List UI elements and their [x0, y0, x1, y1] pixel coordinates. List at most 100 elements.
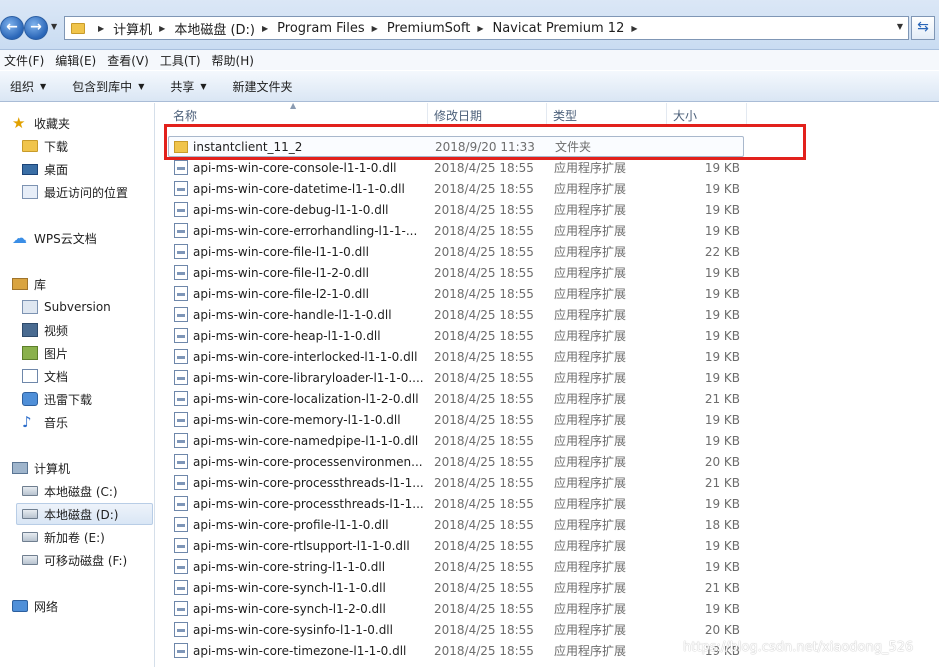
nav-documents[interactable]: 文档: [22, 365, 68, 387]
file-row[interactable]: api-ms-win-core-file-l2-1-0.dll 2018/4/25…: [156, 283, 939, 304]
file-size: 19 KB: [704, 349, 740, 364]
file-row[interactable]: api-ms-win-core-synch-l1-1-0.dll 2018/4/2…: [156, 577, 939, 598]
folder-icon: [22, 140, 38, 152]
nav-music[interactable]: ♪ 音乐: [22, 411, 68, 433]
file-row[interactable]: api-ms-win-core-synch-l1-2-0.dll 2018/4/2…: [156, 598, 939, 619]
file-date: 2018/4/25 18:55: [434, 202, 534, 217]
file-type: 应用程序扩展: [554, 413, 627, 427]
dll-file-icon: [174, 475, 188, 490]
file-date: 2018/4/25 18:55: [434, 391, 534, 406]
file-name: api-ms-win-core-console-l1-1-0.dll: [174, 160, 424, 175]
file-date: 2018/4/25 18:55: [434, 517, 534, 532]
file-row[interactable]: api-ms-win-core-string-l1-1-0.dll 2018/4/…: [156, 556, 939, 577]
file-name-text: api-ms-win-core-rtlsupport-l1-1-0.dll: [193, 538, 410, 553]
refresh-button[interactable]: ⇆: [911, 16, 935, 40]
nav-recent[interactable]: 最近访问的位置: [22, 181, 128, 203]
file-type: 应用程序扩展: [554, 182, 627, 196]
menu-view[interactable]: 查看(V): [103, 52, 156, 69]
file-name: api-ms-win-core-file-l1-1-0.dll: [174, 244, 424, 259]
file-name: api-ms-win-core-processenvironmen...: [174, 454, 424, 469]
file-row[interactable]: api-ms-win-core-debug-l1-1-0.dll 2018/4/2…: [156, 199, 939, 220]
nav-wps-cloud[interactable]: ☁ WPS云文档: [12, 227, 97, 249]
file-date: 2018/4/25 18:55: [434, 307, 534, 322]
menu-file[interactable]: 文件(F): [0, 52, 51, 69]
drive-icon: [22, 532, 38, 542]
address-input[interactable]: ▶ 计算机 ▶ 本地磁盘 (D:) ▶ Program Files ▶ Premium…: [64, 16, 909, 40]
nav-drive-f[interactable]: 可移动磁盘 (F:): [22, 549, 127, 571]
breadcrumb-navicat[interactable]: Navicat Premium 12 ▶: [492, 21, 646, 36]
nav-libraries[interactable]: 库: [12, 273, 46, 295]
file-row[interactable]: api-ms-win-core-heap-l1-1-0.dll 2018/4/25…: [156, 325, 939, 346]
file-row[interactable]: api-ms-win-core-libraryloader-l1-1-0....…: [156, 367, 939, 388]
file-name-text: api-ms-win-core-sysinfo-l1-1-0.dll: [193, 622, 393, 637]
file-row[interactable]: api-ms-win-core-memory-l1-1-0.dll 2018/4/…: [156, 409, 939, 430]
nav-computer[interactable]: 计算机: [12, 457, 70, 479]
file-row[interactable]: api-ms-win-core-rtlsupport-l1-1-0.dll 201…: [156, 535, 939, 556]
nav-drive-d[interactable]: 本地磁盘 (D:): [16, 503, 153, 525]
file-list-pane: ▲ 名称 修改日期 类型 大小 instantclient_11_2 2018/9/…: [156, 101, 939, 667]
nav-pictures[interactable]: 图片: [22, 342, 68, 364]
file-type: 应用程序扩展: [554, 224, 627, 238]
organize-button[interactable]: 组织 ▼: [10, 78, 46, 95]
file-size: 19 KB: [704, 433, 740, 448]
nav-xunlei-downloads[interactable]: 迅雷下载: [22, 388, 92, 410]
history-dropdown-icon[interactable]: ▼: [51, 22, 57, 31]
file-name-text: api-ms-win-core-interlocked-l1-1-0.dll: [193, 349, 418, 364]
nav-videos[interactable]: 视频: [22, 319, 68, 341]
nav-desktop[interactable]: 桌面: [22, 158, 68, 180]
file-type: 应用程序扩展: [554, 308, 627, 322]
file-date: 2018/4/25 18:55: [434, 349, 534, 364]
nav-drive-c[interactable]: 本地磁盘 (C:): [22, 480, 118, 502]
file-row[interactable]: api-ms-win-core-errorhandling-l1-1-... 20…: [156, 220, 939, 241]
nav-downloads[interactable]: 下载: [22, 135, 68, 157]
file-name-text: api-ms-win-core-libraryloader-l1-1-0....: [193, 370, 424, 385]
file-row[interactable]: api-ms-win-core-profile-l1-1-0.dll 2018/4…: [156, 514, 939, 535]
file-row[interactable]: api-ms-win-core-interlocked-l1-1-0.dll 20…: [156, 346, 939, 367]
file-row[interactable]: api-ms-win-core-processthreads-l1-1... 20…: [156, 472, 939, 493]
file-type: 应用程序扩展: [554, 329, 627, 343]
file-row[interactable]: api-ms-win-core-handle-l1-1-0.dll 2018/4/…: [156, 304, 939, 325]
file-row[interactable]: api-ms-win-core-processthreads-l1-1... 20…: [156, 493, 939, 514]
file-row[interactable]: api-ms-win-core-namedpipe-l1-1-0.dll 2018…: [156, 430, 939, 451]
share-button[interactable]: 共享 ▼: [170, 78, 206, 95]
file-size: 21 KB: [704, 580, 740, 595]
nav-drive-e[interactable]: 新加卷 (E:): [22, 526, 105, 548]
file-name: api-ms-win-core-file-l1-2-0.dll: [174, 265, 424, 280]
forward-button[interactable]: →: [24, 16, 48, 40]
file-name: api-ms-win-core-timezone-l1-1-0.dll: [174, 643, 424, 658]
menu-tools[interactable]: 工具(T): [156, 52, 208, 69]
chevron-down-icon: ▼: [40, 81, 47, 91]
breadcrumb-computer[interactable]: 计算机 ▶: [113, 19, 174, 38]
breadcrumb-sep-root[interactable]: ▶: [91, 24, 113, 33]
dll-file-icon: [174, 538, 188, 553]
file-name: api-ms-win-core-string-l1-1-0.dll: [174, 559, 424, 574]
file-row[interactable]: api-ms-win-core-file-l1-2-0.dll 2018/4/25…: [156, 262, 939, 283]
address-dropdown-icon[interactable]: ▼: [897, 22, 903, 31]
file-name-text: api-ms-win-core-debug-l1-1-0.dll: [193, 202, 389, 217]
menu-edit[interactable]: 编辑(E): [51, 52, 103, 69]
file-size: 19 KB: [704, 307, 740, 322]
breadcrumb-premiumsoft[interactable]: PremiumSoft ▶: [387, 21, 493, 36]
file-name: api-ms-win-core-localization-l1-2-0.dll: [174, 391, 424, 406]
file-row[interactable]: api-ms-win-core-sysinfo-l1-1-0.dll 2018/4…: [156, 619, 939, 640]
recent-places-icon: [22, 185, 38, 199]
dll-file-icon: [174, 265, 188, 280]
menu-help[interactable]: 帮助(H): [208, 52, 261, 69]
file-name: api-ms-win-core-datetime-l1-1-0.dll: [174, 181, 424, 196]
dll-file-icon: [174, 601, 188, 616]
nav-network[interactable]: 网络: [12, 595, 58, 617]
new-folder-button[interactable]: 新建文件夹: [233, 78, 293, 95]
nav-label: 本地磁盘 (C:): [44, 484, 118, 499]
breadcrumb-drive-d[interactable]: 本地磁盘 (D:) ▶: [174, 19, 277, 38]
file-row[interactable]: api-ms-win-core-file-l1-1-0.dll 2018/4/25…: [156, 241, 939, 262]
breadcrumb-program-files[interactable]: Program Files ▶: [277, 21, 387, 36]
file-row[interactable]: api-ms-win-core-processenvironmen... 2018…: [156, 451, 939, 472]
file-row[interactable]: api-ms-win-core-console-l1-1-0.dll 2018/4…: [156, 157, 939, 178]
file-row[interactable]: api-ms-win-core-localization-l1-2-0.dll 2…: [156, 388, 939, 409]
back-button[interactable]: ←: [0, 16, 24, 40]
file-row[interactable]: api-ms-win-core-datetime-l1-1-0.dll 2018/…: [156, 178, 939, 199]
include-library-button[interactable]: 包含到库中 ▼: [72, 78, 144, 95]
file-type: 应用程序扩展: [554, 602, 627, 616]
nav-favorites[interactable]: ★ 收藏夹: [12, 112, 70, 134]
nav-subversion[interactable]: Subversion: [22, 296, 111, 318]
